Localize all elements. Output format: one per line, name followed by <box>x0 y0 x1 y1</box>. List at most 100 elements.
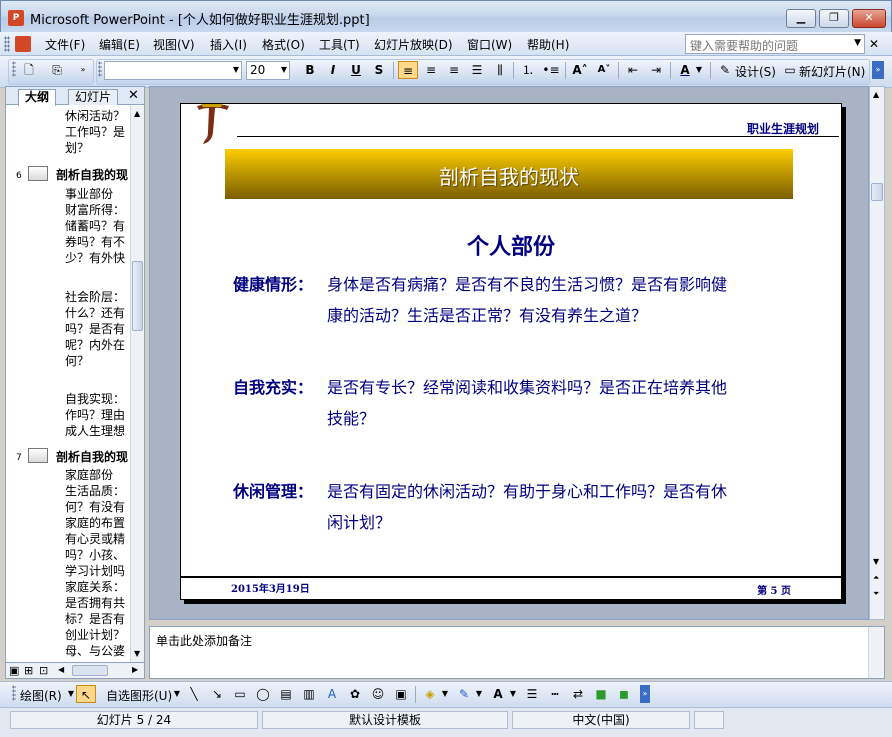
scrollbar-thumb[interactable] <box>871 183 883 201</box>
outline-line[interactable]: 事业部份 <box>65 187 113 202</box>
select-pointer-icon[interactable]: ↖ <box>76 685 96 703</box>
slideshow-icon[interactable]: ⊡ <box>39 664 48 677</box>
slide-title[interactable]: 剖析自我的现状 <box>225 161 793 190</box>
outline-line[interactable]: 生活品质： <box>65 484 125 499</box>
outline-line[interactable]: 划？ <box>65 141 89 156</box>
outline-content[interactable]: 休闲活动？ 工作吗？是 划？ 6 剖析自我的现 事业部份 财富所得： 储蓄吗？有… <box>6 106 130 662</box>
notes-pane[interactable]: 单击此处添加备注 <box>149 626 885 679</box>
tab-outline[interactable]: 大纲 <box>18 89 57 106</box>
outline-line[interactable]: 呢？内外在 <box>65 338 125 353</box>
design-icon[interactable]: ✎ <box>715 61 735 79</box>
previous-slide-icon[interactable]: ⏶ <box>873 573 879 583</box>
scrollbar-thumb[interactable] <box>132 261 143 331</box>
content-item-leisure[interactable]: 休闲管理： 是否有固定的休闲活动？有助于身心和工作吗？是否有休 闲计划？ <box>233 476 793 540</box>
toolbar-options-icon[interactable]: » <box>76 61 90 79</box>
scroll-right-icon[interactable]: ▶ <box>132 665 138 674</box>
bold-button[interactable]: B <box>300 61 320 79</box>
outline-line[interactable]: 自我实现： <box>65 392 125 407</box>
justify-icon[interactable]: ☰ <box>467 61 487 79</box>
arrow-icon[interactable]: ↘ <box>207 685 227 703</box>
outline-line[interactable]: 财富所得： <box>65 203 125 218</box>
powerpoint-app-icon[interactable]: P <box>8 10 24 26</box>
outline-line[interactable]: 学习计划吗 <box>65 564 125 579</box>
wordart-icon[interactable]: A <box>322 685 342 703</box>
increase-font-icon[interactable]: A˄ <box>570 61 590 79</box>
fill-color-icon[interactable]: ◈ <box>420 685 440 703</box>
draw-menu-button[interactable]: 绘图(R) <box>20 687 62 704</box>
shadow-button[interactable]: S <box>369 61 389 79</box>
align-left-icon[interactable]: ≡ <box>398 61 418 79</box>
outline-line[interactable]: 标？是否有 <box>65 612 125 627</box>
chevron-down-icon[interactable]: ▼ <box>172 685 182 703</box>
slide-canvas[interactable]: 职业生涯规划 剖析自我的现状 个人部份 健康情形： 身体是否有病痛？是否有不良的… <box>180 103 842 600</box>
toolbar-grip-icon[interactable] <box>98 61 102 77</box>
copy-icon[interactable]: ⎘ <box>47 61 67 79</box>
slide-icon[interactable] <box>28 166 48 181</box>
outline-slide-title[interactable]: 剖析自我的现 <box>56 166 128 183</box>
status-template[interactable]: 默认设计模板 <box>262 711 508 729</box>
chevron-down-icon[interactable]: ▼ <box>66 685 76 703</box>
outline-line[interactable]: 什么？还有 <box>65 306 125 321</box>
font-color-icon[interactable]: A <box>488 685 508 703</box>
menu-file[interactable]: 文件(F) <box>45 36 85 53</box>
textbox-icon[interactable]: ▤ <box>276 685 296 703</box>
slide-sorter-icon[interactable]: ⊞ <box>24 664 33 677</box>
chevron-down-icon[interactable]: ▼ <box>694 61 704 79</box>
align-right-icon[interactable]: ≡ <box>444 61 464 79</box>
slide-subtitle[interactable]: 个人部份 <box>181 229 841 261</box>
numbered-list-icon[interactable]: ⒈ <box>518 61 538 79</box>
outline-line[interactable]: 家庭部份 <box>65 468 113 483</box>
line-color-icon[interactable]: ✎ <box>454 685 474 703</box>
text-direction-icon[interactable]: ⫼ <box>490 61 510 79</box>
outline-line[interactable]: 家庭的布置 <box>65 516 125 531</box>
menu-edit[interactable]: 编辑(E) <box>99 36 140 53</box>
scroll-down-icon[interactable]: ▼ <box>873 557 879 566</box>
font-name-combo[interactable]: ▼ <box>104 61 242 80</box>
new-slide-button[interactable]: 新幻灯片(N) <box>799 63 865 80</box>
menu-slideshow[interactable]: 幻灯片放映(D) <box>374 36 453 53</box>
line-style-icon[interactable]: ☰ <box>522 685 542 703</box>
outline-line[interactable]: 何？ <box>65 354 89 369</box>
menu-view[interactable]: 视图(V) <box>153 36 195 53</box>
menu-help[interactable]: 帮助(H) <box>527 36 569 53</box>
italic-button[interactable]: I <box>323 61 343 79</box>
chevron-down-icon[interactable]: ▼ <box>233 65 239 74</box>
shadow-style-icon[interactable]: ■ <box>591 685 611 703</box>
toolbar-grip-icon[interactable] <box>12 685 16 701</box>
outline-line[interactable]: 社会阶层： <box>65 290 125 305</box>
outline-slide-title[interactable]: 剖析自我的现 <box>56 448 128 465</box>
horizontal-scrollbar-thumb[interactable] <box>72 665 108 676</box>
chevron-down-icon[interactable]: ▼ <box>440 685 450 703</box>
document-icon[interactable] <box>15 36 31 52</box>
menu-window[interactable]: 窗口(W) <box>467 36 512 53</box>
normal-view-icon[interactable]: ▣ <box>9 664 19 677</box>
outline-line[interactable]: 储蓄吗？有 <box>65 219 125 234</box>
outline-line[interactable]: 创业计划？ <box>65 628 125 643</box>
notes-placeholder[interactable]: 单击此处添加备注 <box>156 632 252 649</box>
chevron-down-icon[interactable]: ▼ <box>508 685 518 703</box>
bullet-list-icon[interactable]: •≡ <box>541 61 561 79</box>
chevron-down-icon[interactable]: ▼ <box>474 685 484 703</box>
menu-insert[interactable]: 插入(I) <box>210 36 247 53</box>
align-center-icon[interactable]: ≡ <box>421 61 441 79</box>
rectangle-icon[interactable]: ▭ <box>230 685 250 703</box>
content-item-selfimprovement[interactable]: 自我充实： 是否有专长？经常阅读和收集资料吗？是否正在培养其他 技能？ <box>233 372 793 436</box>
arrow-style-icon[interactable]: ⇄ <box>568 685 588 703</box>
outline-line[interactable]: 有心灵或精 <box>65 532 125 547</box>
slide-icon[interactable] <box>28 448 48 463</box>
scroll-down-icon[interactable]: ▼ <box>134 649 140 658</box>
outline-line[interactable]: 母、与公婆 <box>65 644 125 659</box>
decrease-indent-icon[interactable]: ⇤ <box>623 61 643 79</box>
maximize-button[interactable]: ❐ <box>819 9 849 28</box>
outline-line[interactable]: 休闲活动？ <box>65 109 125 124</box>
close-button[interactable]: ✕ <box>852 9 886 28</box>
minimize-button[interactable]: ▁ <box>786 9 816 28</box>
toolbar-options-icon[interactable]: » <box>640 685 650 703</box>
chevron-down-icon[interactable]: ▼ <box>854 38 861 48</box>
font-size-combo[interactable]: 20 ▼ <box>246 61 290 80</box>
scroll-left-icon[interactable]: ◀ <box>58 665 64 674</box>
outline-line[interactable]: 成人生理想 <box>65 424 125 439</box>
menu-format[interactable]: 格式(O) <box>262 36 305 53</box>
autoshapes-button[interactable]: 自选图形(U) <box>106 687 172 704</box>
content-item-health[interactable]: 健康情形： 身体是否有病痛？是否有不良的生活习惯？是否有影响健 康的活动？生活是… <box>233 269 793 333</box>
